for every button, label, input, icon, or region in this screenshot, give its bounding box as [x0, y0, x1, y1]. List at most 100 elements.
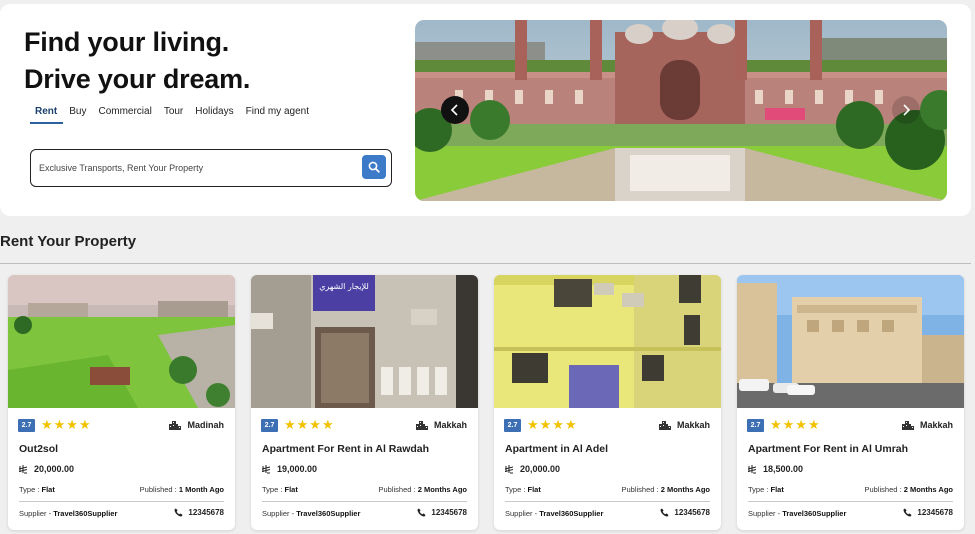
property-image: [494, 275, 721, 408]
supplier: Supplier - Travel360Supplier: [19, 509, 117, 518]
price: 20,000.00: [505, 464, 560, 474]
card-divider: [505, 501, 710, 502]
type-value: Flat: [527, 485, 541, 494]
price-value: 20,000.00: [34, 464, 75, 474]
search-input[interactable]: [39, 159, 359, 177]
rating-badge: 2.7: [18, 419, 35, 432]
card-divider: [748, 501, 953, 502]
rating-badge: 2.7: [747, 419, 764, 432]
star-rating-icon: ★★★★: [770, 417, 821, 432]
property-title[interactable]: Apartment For Rent in Al Umrah: [748, 443, 908, 455]
published-value: 1 Month Ago: [178, 485, 224, 494]
supplier-name: Travel360Supplier: [53, 509, 118, 518]
phone-icon: [660, 508, 669, 517]
tab-buy[interactable]: Buy: [63, 106, 92, 124]
phone-number: 12345678: [431, 508, 467, 517]
card-divider: [262, 501, 467, 502]
building-icon: [169, 421, 182, 430]
search-box: [30, 149, 392, 187]
property-type: Type : Flat: [262, 485, 298, 494]
supplier-name: Travel360Supplier: [296, 509, 361, 518]
sign-text: للإيجار الشهري: [319, 282, 369, 292]
published-label: Published :: [864, 485, 904, 494]
contact-phone[interactable]: 12345678: [660, 508, 710, 517]
contact-phone[interactable]: 12345678: [174, 508, 224, 517]
published-label: Published :: [378, 485, 418, 494]
search-icon: [368, 161, 380, 173]
phone-number: 12345678: [188, 508, 224, 517]
property-image: للإيجار الشهري: [251, 275, 478, 408]
hero-carousel-image: [415, 20, 947, 201]
property-card[interactable]: 2.7 ★★★★ Makkah Apartment in Al Adel 20,…: [494, 275, 721, 530]
city-label: Madinah: [187, 420, 224, 430]
published-date: Published : 2 Months Ago: [378, 485, 467, 494]
phone-number: 12345678: [674, 508, 710, 517]
supplier: Supplier - Travel360Supplier: [748, 509, 846, 518]
contact-phone[interactable]: 12345678: [903, 508, 953, 517]
contact-phone[interactable]: 12345678: [417, 508, 467, 517]
supplier-label: Supplier -: [262, 509, 297, 518]
chevron-right-icon: [903, 104, 911, 116]
phone-icon: [903, 508, 912, 517]
property-type: Type : Flat: [505, 485, 541, 494]
property-title[interactable]: Apartment in Al Adel: [505, 443, 608, 455]
city-label: Makkah: [919, 420, 953, 430]
building-icon: [658, 421, 671, 430]
type-label: Type :: [19, 485, 42, 494]
price-value: 18,500.00: [763, 464, 804, 474]
star-rating-icon: ★★★★: [527, 417, 578, 432]
tab-tour[interactable]: Tour: [158, 106, 189, 124]
tab-find-my-agent[interactable]: Find my agent: [240, 106, 315, 124]
property-card[interactable]: 2.7 ★★★★ Makkah Apartment For Rent in Al…: [737, 275, 964, 530]
location: Makkah: [901, 420, 953, 430]
published-label: Published :: [139, 485, 179, 494]
supplier-name: Travel360Supplier: [539, 509, 604, 518]
tab-rent[interactable]: Rent: [30, 106, 64, 124]
published-value: 2 Months Ago: [417, 485, 467, 494]
price: 18,500.00: [748, 464, 803, 474]
property-type: Type : Flat: [19, 485, 55, 494]
type-label: Type :: [748, 485, 771, 494]
published-date: Published : 2 Months Ago: [864, 485, 953, 494]
price-value: 19,000.00: [277, 464, 318, 474]
building-icon: [901, 421, 914, 430]
property-card[interactable]: 2.7 ★★★★ Madinah Out2sol 20,000.00 Type …: [8, 275, 235, 530]
supplier-name: Travel360Supplier: [782, 509, 847, 518]
type-label: Type :: [262, 485, 285, 494]
headline-line-2: Drive your dream.: [24, 64, 251, 94]
supplier-label: Supplier -: [19, 509, 54, 518]
price-value: 20,000.00: [520, 464, 561, 474]
search-button[interactable]: [362, 155, 386, 179]
carousel-next-button[interactable]: [892, 96, 920, 124]
type-label: Type :: [505, 485, 528, 494]
property-title[interactable]: Out2sol: [19, 443, 58, 455]
type-value: Flat: [284, 485, 298, 494]
city-label: Makkah: [676, 420, 710, 430]
supplier-label: Supplier -: [748, 509, 783, 518]
published-value: 2 Months Ago: [903, 485, 953, 494]
price: 20,000.00: [19, 464, 74, 474]
tab-holidays[interactable]: Holidays: [189, 106, 239, 124]
city-label: Makkah: [433, 420, 467, 430]
category-tabs: Rent Buy Commercial Tour Holidays Find m…: [30, 106, 315, 124]
supplier: Supplier - Travel360Supplier: [505, 509, 603, 518]
published-label: Published :: [621, 485, 661, 494]
published-date: Published : 1 Month Ago: [140, 485, 224, 494]
headline-line-1: Find your living.: [24, 27, 230, 57]
chevron-left-icon: [450, 104, 458, 116]
property-card[interactable]: للإيجار الشهري 2.7 ★★★★ Makkah Apartment…: [251, 275, 478, 530]
tab-commercial[interactable]: Commercial: [92, 106, 157, 124]
phone-icon: [417, 508, 426, 517]
supplier-label: Supplier -: [505, 509, 540, 518]
star-rating-icon: ★★★★: [41, 417, 92, 432]
building-icon: [415, 421, 428, 430]
star-rating-icon: ★★★★: [284, 417, 335, 432]
section-divider: [0, 263, 971, 264]
page-headline: Find your living. Drive your dream.: [24, 24, 250, 98]
property-title[interactable]: Apartment For Rent in Al Rawdah: [262, 443, 429, 455]
location: Madinah: [169, 420, 224, 430]
published-value: 2 Months Ago: [660, 485, 710, 494]
property-image: [8, 275, 235, 408]
location: Makkah: [658, 420, 710, 430]
carousel-prev-button[interactable]: [441, 96, 469, 124]
